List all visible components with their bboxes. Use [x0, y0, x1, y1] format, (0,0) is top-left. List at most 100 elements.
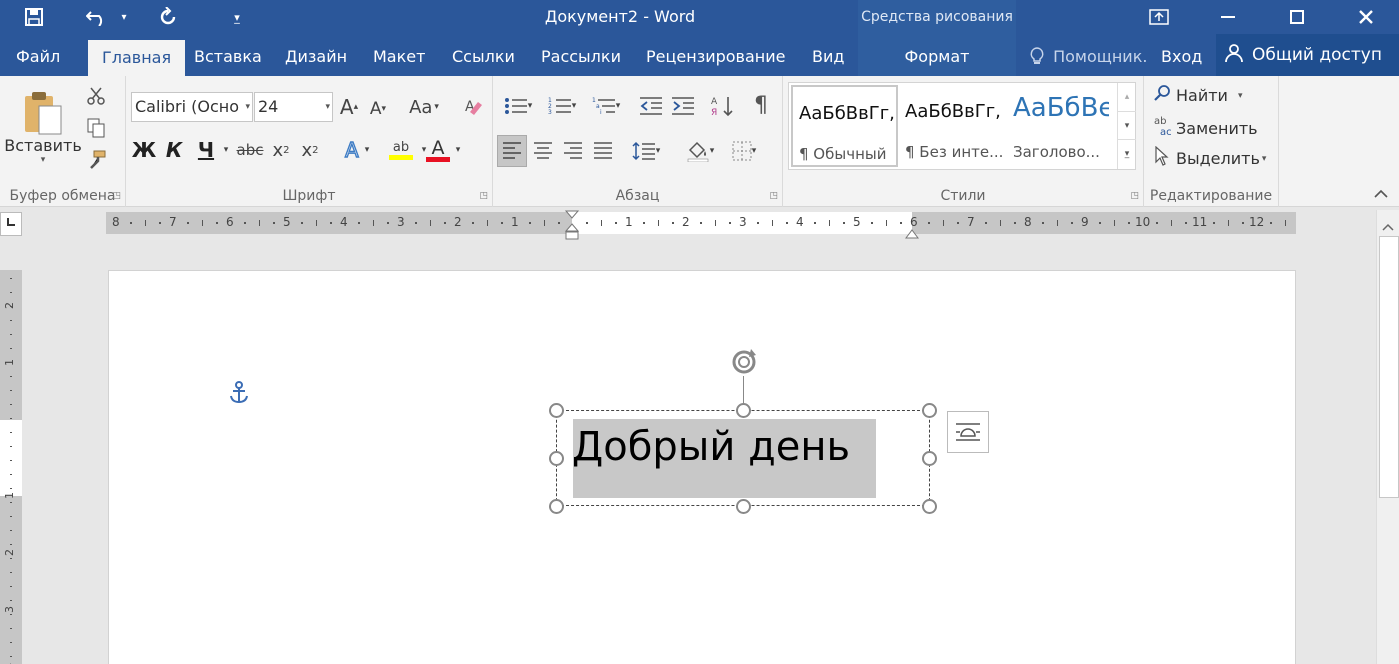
style-no-spacing[interactable]: АаБбВвГг, ¶ Без инте...	[899, 85, 1006, 167]
vertical-ruler-tick	[10, 390, 12, 391]
font-name-dropdown-icon[interactable]: ▾	[245, 93, 250, 121]
highlight-button[interactable]: ab	[380, 134, 422, 166]
redo-icon[interactable]	[152, 0, 184, 34]
minimize-icon[interactable]	[1199, 0, 1257, 34]
resize-handle-bottom-right[interactable]	[922, 499, 937, 514]
resize-handle-bottom[interactable]	[736, 499, 751, 514]
styles-more-icon[interactable]: ▾̲	[1118, 139, 1136, 167]
resize-handle-bottom-left[interactable]	[549, 499, 564, 514]
tab-home[interactable]: Главная	[88, 40, 186, 76]
styles-launcher-icon[interactable]: ◳	[1130, 191, 1139, 201]
copy-icon[interactable]	[84, 116, 108, 140]
first-line-indent-marker[interactable]	[564, 210, 580, 244]
tab-file[interactable]: Файл	[16, 34, 60, 76]
tab-mailings[interactable]: Рассылки	[541, 34, 621, 76]
underline-button[interactable]: Ч	[193, 134, 219, 166]
numbering-button[interactable]: 1 2 3 ▾	[541, 92, 583, 120]
resize-handle-top-right[interactable]	[922, 403, 937, 418]
superscript-button[interactable]: x2	[298, 134, 322, 166]
paste-button[interactable]: Вставить ▾	[4, 82, 82, 172]
format-painter-icon[interactable]	[84, 148, 108, 172]
vertical-ruler[interactable]: 211234	[0, 270, 22, 664]
show-formatting-marks-button[interactable]: ¶	[747, 90, 775, 120]
collapse-ribbon-icon[interactable]	[1374, 186, 1388, 202]
vertical-scrollbar[interactable]	[1376, 210, 1399, 664]
align-center-icon[interactable]	[529, 135, 557, 167]
font-color-dropdown-icon[interactable]: ▾	[452, 134, 464, 166]
subscript-button[interactable]: x2	[269, 134, 293, 166]
resize-handle-top-left[interactable]	[549, 403, 564, 418]
tab-design[interactable]: Дизайн	[285, 34, 347, 76]
maximize-icon[interactable]	[1268, 0, 1326, 34]
font-size-dropdown-icon[interactable]: ▾	[325, 93, 330, 121]
share-button[interactable]: Общий доступ	[1216, 34, 1399, 76]
style-heading-1[interactable]: АаБбВе Заголово...	[1007, 85, 1114, 167]
borders-button[interactable]: ▾	[723, 135, 765, 167]
decrease-indent-icon[interactable]	[637, 92, 665, 120]
strikethrough-button[interactable]: abc	[236, 134, 264, 166]
tab-format[interactable]: Формат	[858, 34, 1016, 76]
replace-label: Заменить	[1176, 119, 1258, 138]
find-button[interactable]: Найти ▾	[1154, 84, 1242, 107]
font-launcher-icon[interactable]: ◳	[479, 191, 488, 201]
underline-dropdown-icon[interactable]: ▾	[219, 134, 233, 166]
layout-options-button[interactable]	[947, 411, 989, 453]
tab-stop-selector[interactable]	[0, 212, 22, 236]
save-icon[interactable]	[18, 0, 50, 34]
ruler-tick	[415, 222, 418, 224]
clear-formatting-icon[interactable]: A	[462, 92, 486, 122]
sort-icon[interactable]: AЯ	[709, 92, 737, 120]
undo-dropdown-icon[interactable]: ▾	[114, 0, 134, 34]
shrink-font-button[interactable]: A ▾	[366, 94, 390, 124]
tab-review[interactable]: Рецензирование	[646, 34, 785, 76]
close-icon[interactable]	[1337, 0, 1395, 34]
ruler-tick	[1156, 222, 1159, 224]
resize-handle-top[interactable]	[736, 403, 751, 418]
bold-button[interactable]: Ж	[131, 134, 157, 166]
resize-handle-right[interactable]	[922, 451, 937, 466]
undo-icon[interactable]	[82, 0, 112, 34]
font-group-label: Шрифт	[282, 188, 336, 204]
shading-button[interactable]: ▾	[679, 135, 721, 167]
tab-view[interactable]: Вид	[812, 34, 844, 76]
cut-icon[interactable]	[84, 84, 108, 108]
paragraph-launcher-icon[interactable]: ◳	[769, 191, 778, 201]
tab-references[interactable]: Ссылки	[452, 34, 515, 76]
multilevel-list-button[interactable]: 1 a i ▾	[585, 92, 627, 120]
align-right-icon[interactable]	[559, 135, 587, 167]
grow-font-button[interactable]: A ▴	[336, 92, 362, 122]
tell-me-box[interactable]: Помощник.	[1030, 34, 1147, 76]
rotate-handle-icon[interactable]	[728, 344, 762, 378]
scroll-thumb[interactable]	[1379, 236, 1399, 498]
bullets-button[interactable]: ▾	[498, 92, 538, 120]
change-case-button[interactable]: Aa ▾	[404, 92, 444, 122]
styles-up-icon[interactable]: ▴	[1118, 83, 1136, 111]
line-spacing-button[interactable]: ▾	[625, 135, 667, 167]
clipboard-launcher-icon[interactable]: ◳	[112, 191, 121, 201]
ribbon-display-options-icon[interactable]	[1130, 0, 1188, 34]
italic-button[interactable]: К	[162, 134, 186, 166]
increase-indent-icon[interactable]	[669, 92, 697, 120]
font-color-button[interactable]: A	[424, 134, 452, 166]
scroll-up-icon[interactable]	[1382, 216, 1394, 235]
customize-quick-access-icon[interactable]: ▾̲	[226, 0, 248, 34]
justify-icon[interactable]	[589, 135, 617, 167]
replace-button[interactable]: ab ac Заменить	[1154, 115, 1258, 142]
ruler-tick	[486, 220, 488, 226]
styles-down-icon[interactable]: ▾	[1118, 111, 1136, 139]
ruler-tick	[1113, 220, 1115, 226]
font-size-combo[interactable]: 24 ▾	[254, 92, 333, 122]
resize-handle-left[interactable]	[549, 451, 564, 466]
ruler-number: 1	[625, 215, 633, 229]
horizontal-ruler[interactable]: 8 7 6 5 4 3 2 1 1 2 3 4 5 6 7 8 9 10 11 12	[106, 210, 1296, 240]
font-name-combo[interactable]: Calibri (Осно ▾	[131, 92, 253, 122]
text-effects-button[interactable]: A ▾	[336, 134, 376, 166]
align-left-icon[interactable]	[497, 135, 527, 167]
sign-in-link[interactable]: Вход	[1161, 34, 1202, 76]
select-button[interactable]: Выделить ▾	[1154, 145, 1266, 171]
tab-insert[interactable]: Вставка	[194, 34, 262, 76]
style-normal[interactable]: АаБбВвГг, ¶ Обычный	[791, 85, 898, 167]
text-box-content[interactable]: Добрый день	[572, 424, 850, 470]
styles-gallery: АаБбВвГг, ¶ Обычный АаБбВвГг, ¶ Без инте…	[788, 82, 1136, 170]
tab-layout[interactable]: Макет	[373, 34, 425, 76]
